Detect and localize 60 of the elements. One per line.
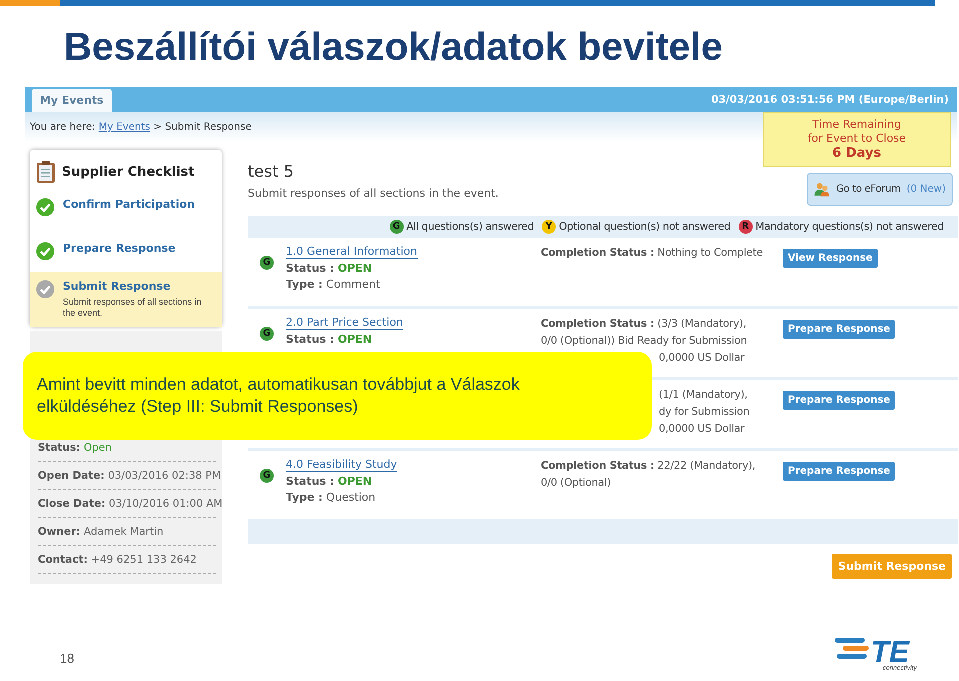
callout-note: Amint bevitt minden adatot, automatikusan továbbjut a Válaszok elküldéséhez (Step III: Submit Responses) (23, 352, 652, 440)
legend-badge: G (390, 220, 404, 234)
clipboard-icon (36, 160, 56, 184)
type-line: Type : Question (286, 491, 376, 504)
pending-check-icon (36, 280, 55, 299)
step-description: Submit responses of all sections in the event. (63, 297, 203, 319)
time-remaining-label: for Event to Close (808, 132, 906, 146)
legend-badge: Y (542, 220, 556, 234)
event-title: test 5 (248, 162, 294, 181)
breadcrumb: You are here: My Events > Submit Response (30, 122, 252, 133)
completion-status: Completion Status : (3/3 (Mandatory), (541, 317, 746, 332)
checklist-title: Supplier Checklist (62, 164, 195, 180)
current-step[interactable]: Submit Response Submit responses of all sections in the event. (30, 272, 222, 327)
status-badge: G (260, 256, 274, 270)
step-label: Prepare Response (63, 242, 176, 255)
status-line: Status : OPEN (286, 475, 372, 488)
event-info-item: Open Date: 03/03/2016 02:38 PM (38, 470, 222, 482)
completion-status: Completion Status : 22/22 (Mandatory), (541, 459, 756, 474)
event-subtitle: Submit responses of all sections in the event. (248, 187, 499, 200)
legend-label: Mandatory questions(s) not answered (756, 221, 944, 233)
status-line: Status : OPEN (286, 333, 372, 346)
page-number: 18 (60, 651, 74, 666)
legend-badge: R (738, 220, 753, 234)
check-icon (36, 198, 55, 217)
completion-status: (1/1 (Mandatory), (659, 388, 748, 403)
event-info-item: Contact: +49 6251 133 2642 (38, 554, 197, 566)
event-info-item: Status: Open (38, 442, 112, 454)
section-action-button[interactable]: Prepare Response (783, 391, 896, 410)
section-link[interactable]: 4.0 Feasibility Study (286, 458, 398, 472)
completion-status: dy for Submission (659, 405, 750, 420)
date-time: 03/03/2016 03:51:56 PM (Europe/Berlin) (711, 94, 949, 106)
completion-status: 0/0 (Optional) (541, 476, 612, 491)
completion-status: 0,0000 US Dollar (659, 351, 745, 366)
tab[interactable]: My Events (32, 89, 112, 112)
time-remaining-value: 6 Days (832, 146, 882, 161)
legend-label: All questions(s) answered (406, 221, 534, 233)
event-info-item: Close Date: 03/10/2016 01:00 AM (38, 498, 223, 510)
breadcrumb-link[interactable]: My Events (98, 122, 150, 133)
status-badge: G (260, 327, 274, 341)
section-link[interactable]: 2.0 Part Price Section (286, 316, 404, 330)
event-info-item: Owner: Adamek Martin (38, 526, 164, 538)
time-remaining-label: Time Remaining (812, 118, 902, 132)
type-line: Type : Comment (286, 278, 380, 291)
legend-label: Optional question(s) not answered (559, 221, 731, 233)
completion-status: Completion Status : Nothing to Complete (541, 246, 763, 261)
step-label: Confirm Participation (63, 198, 195, 211)
step-label: Submit Response (63, 280, 172, 293)
eforum-button[interactable]: Go to eForum (0 New) (807, 173, 953, 206)
checklist-step[interactable]: Prepare Response (30, 228, 222, 272)
section-action-button[interactable]: Prepare Response (783, 462, 896, 481)
status-badge: G (260, 469, 274, 483)
completion-status: 0/0 (Optional)) Bid Ready for Submission (541, 334, 748, 349)
checklist-step[interactable]: Confirm Participation (30, 184, 222, 228)
section-link[interactable]: 1.0 General Information (286, 245, 418, 259)
check-icon (36, 242, 55, 261)
slide-title: Beszállítói válaszok/adatok bevitele (63, 25, 724, 65)
section-action-button[interactable]: View Response (783, 249, 878, 268)
status-line: Status : OPEN (286, 262, 372, 275)
section-action-button[interactable]: Prepare Response (783, 320, 896, 339)
completion-status: 0,0000 US Dollar (659, 422, 745, 437)
